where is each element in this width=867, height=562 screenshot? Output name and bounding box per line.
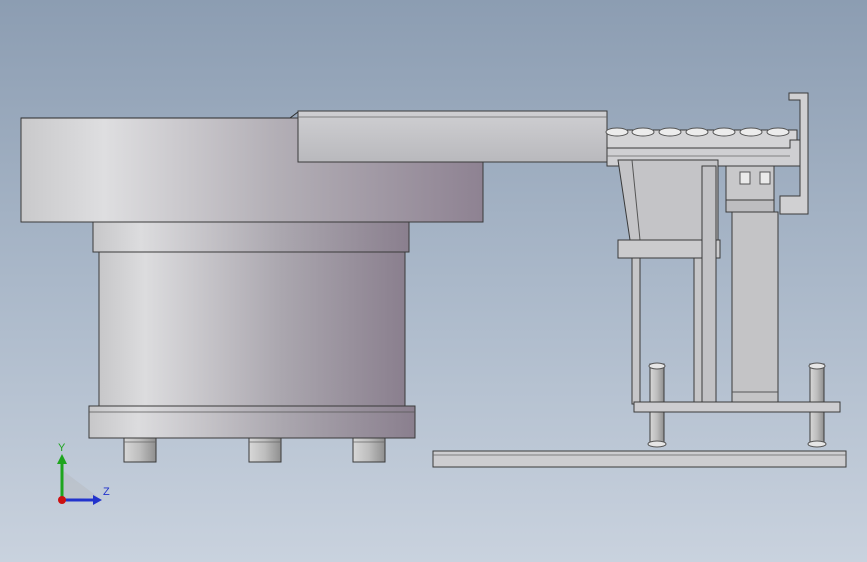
cad-model[interactable]	[0, 0, 867, 562]
bowl-base-ring[interactable]	[92, 221, 410, 253]
x-axis-dot	[58, 496, 66, 504]
drive-unit-body[interactable]	[88, 251, 416, 439]
z-axis-label: Z	[103, 486, 110, 498]
triad-plane	[62, 470, 98, 500]
axis-triad	[57, 454, 102, 505]
graphics-viewport[interactable]: Y Z	[0, 0, 867, 562]
y-axis-arrow	[57, 454, 67, 464]
base-plate[interactable]	[432, 450, 847, 468]
feet[interactable]	[123, 437, 386, 463]
y-axis-label: Y	[58, 442, 66, 454]
z-axis-arrow	[93, 495, 102, 505]
linear-track[interactable]	[297, 110, 608, 163]
